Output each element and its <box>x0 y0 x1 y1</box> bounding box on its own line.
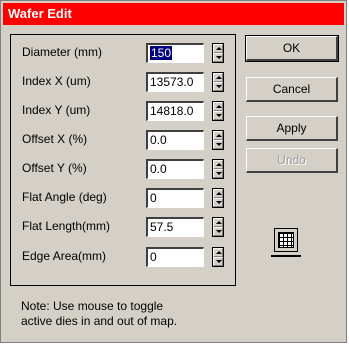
wafer-edit-dialog: Wafer Edit Diameter (mm) 150 Index X (um… <box>0 0 347 343</box>
offset-y-spinner[interactable] <box>212 159 224 179</box>
flat-angle-field[interactable]: 0 <box>146 188 204 208</box>
diameter-spinner[interactable] <box>212 43 224 63</box>
offset-y-label: Offset Y (%) <box>22 161 87 175</box>
offset-y-field[interactable]: 0.0 <box>146 159 204 179</box>
spin-up-icon[interactable] <box>213 248 223 257</box>
spin-up-icon[interactable] <box>213 73 223 82</box>
index-y-label: Index Y (um) <box>22 103 91 117</box>
grid-icon[interactable] <box>274 228 298 252</box>
spin-up-icon[interactable] <box>213 102 223 111</box>
index-x-field[interactable]: 13573.0 <box>146 72 204 92</box>
spin-down-icon[interactable] <box>213 227 223 236</box>
cancel-button[interactable]: Cancel <box>246 77 338 102</box>
flat-angle-spinner[interactable] <box>212 188 224 208</box>
spin-down-icon[interactable] <box>213 198 223 207</box>
apply-button[interactable]: Apply <box>246 116 338 141</box>
flat-length-field[interactable]: 57.5 <box>146 217 204 237</box>
spin-up-icon[interactable] <box>213 44 223 53</box>
flat-angle-label: Flat Angle (deg) <box>22 190 107 204</box>
diameter-value: 150 <box>150 46 173 60</box>
index-y-spinner[interactable] <box>212 101 224 121</box>
wafer-parameters-group: Diameter (mm) 150 Index X (um) 13573.0 I… <box>10 34 236 286</box>
index-x-label: Index X (um) <box>22 74 91 88</box>
flat-length-spinner[interactable] <box>212 217 224 237</box>
offset-x-label: Offset X (%) <box>22 132 88 146</box>
offset-x-field[interactable]: 0.0 <box>146 130 204 150</box>
diameter-field[interactable]: 150 <box>146 43 204 63</box>
note-line-2: active dies in and out of map. <box>21 314 178 328</box>
edge-area-label: Edge Area(mm) <box>22 249 107 263</box>
note-line-1: Note: Use mouse to toggle <box>21 299 164 313</box>
note-text: Note: Use mouse to toggle active dies in… <box>21 299 177 329</box>
spin-down-icon[interactable] <box>213 82 223 91</box>
ok-button[interactable]: OK <box>245 35 339 62</box>
spin-up-icon[interactable] <box>213 189 223 198</box>
index-x-spinner[interactable] <box>212 72 224 92</box>
grid-icon-underline <box>271 255 301 257</box>
offset-x-spinner[interactable] <box>212 130 224 150</box>
spin-up-icon[interactable] <box>213 131 223 140</box>
index-y-field[interactable]: 14818.0 <box>146 101 204 121</box>
spin-up-icon[interactable] <box>213 218 223 227</box>
spin-up-icon[interactable] <box>213 160 223 169</box>
spin-down-icon[interactable] <box>213 140 223 149</box>
spin-down-icon[interactable] <box>213 169 223 178</box>
edge-area-field[interactable]: 0 <box>146 247 204 267</box>
spin-down-icon[interactable] <box>213 53 223 62</box>
flat-length-label: Flat Length(mm) <box>22 219 111 233</box>
undo-button: Undo <box>246 148 338 173</box>
spin-down-icon[interactable] <box>213 111 223 120</box>
edge-area-spinner[interactable] <box>212 247 224 267</box>
diameter-label: Diameter (mm) <box>22 45 102 59</box>
spin-down-icon[interactable] <box>213 257 223 266</box>
window-title: Wafer Edit <box>3 3 344 25</box>
